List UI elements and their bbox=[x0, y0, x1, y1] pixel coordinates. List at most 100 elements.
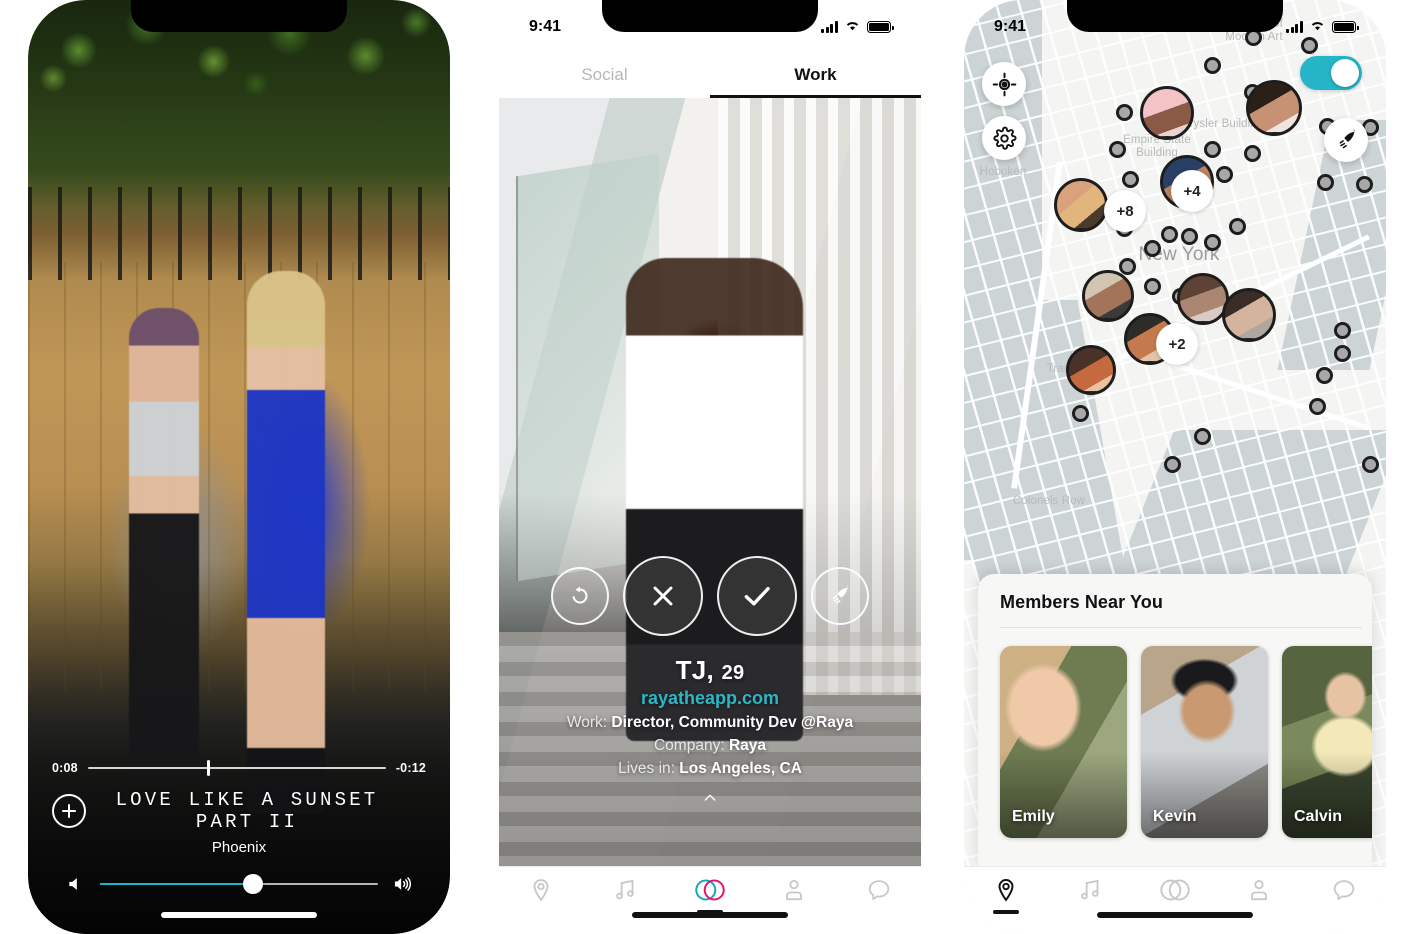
map-dot[interactable] bbox=[1362, 456, 1379, 473]
pass-button[interactable] bbox=[623, 556, 703, 636]
volume-slider[interactable] bbox=[100, 874, 378, 894]
like-button[interactable] bbox=[717, 556, 797, 636]
super-like-button[interactable] bbox=[811, 567, 869, 625]
map-dot[interactable] bbox=[1316, 367, 1333, 384]
send-location-button[interactable] bbox=[1324, 118, 1368, 162]
music-player-controls: 0:08 -0:12 LOVE LIKE A SUNSET PART II Ph… bbox=[28, 760, 450, 894]
map-avatar-pin[interactable] bbox=[1054, 178, 1108, 232]
map-dot[interactable] bbox=[1309, 398, 1326, 415]
track-title-row: LOVE LIKE A SUNSET PART II bbox=[52, 789, 426, 833]
map-dot[interactable] bbox=[1109, 141, 1126, 158]
tab-work[interactable]: Work bbox=[710, 52, 921, 98]
tab-indicator-active bbox=[993, 910, 1020, 914]
tab-map[interactable] bbox=[978, 877, 1034, 914]
map-settings-button[interactable] bbox=[982, 116, 1026, 160]
chevron-up-icon[interactable] bbox=[499, 790, 921, 806]
volume-knob[interactable] bbox=[242, 874, 263, 894]
wifi-icon bbox=[844, 18, 861, 36]
map-dot[interactable] bbox=[1244, 145, 1261, 162]
profile-age: 29 bbox=[721, 662, 745, 684]
locate-me-button[interactable] bbox=[982, 62, 1026, 106]
tab-profile[interactable] bbox=[766, 877, 822, 914]
tab-social[interactable]: Social bbox=[499, 52, 710, 98]
tab-messages[interactable] bbox=[1316, 877, 1372, 914]
map-dot[interactable] bbox=[1181, 228, 1198, 245]
profile-website[interactable]: rayatheapp.com bbox=[499, 688, 921, 709]
map-dot[interactable] bbox=[1122, 171, 1139, 188]
tab-discover[interactable] bbox=[682, 877, 738, 914]
tab-discover[interactable] bbox=[1147, 877, 1203, 914]
work-label: Work: bbox=[566, 714, 608, 731]
status-time: 9:41 bbox=[529, 18, 562, 35]
tab-music[interactable] bbox=[1063, 877, 1119, 914]
person-right bbox=[247, 270, 326, 813]
plus-circle-icon[interactable] bbox=[52, 794, 86, 828]
member-card-list[interactable]: Emily Kevin Calvin bbox=[1000, 646, 1372, 838]
map-dot[interactable] bbox=[1144, 240, 1161, 257]
map-dot[interactable] bbox=[1229, 218, 1246, 235]
progress-slider[interactable] bbox=[87, 760, 386, 776]
map-dot[interactable] bbox=[1216, 166, 1233, 183]
home-indicator[interactable] bbox=[161, 912, 317, 918]
profile-work-row: Work: Director, Community Dev @Raya bbox=[499, 714, 921, 732]
tab-music[interactable] bbox=[598, 877, 654, 914]
phone1-screen: 0:08 -0:12 LOVE LIKE A SUNSET PART II Ph… bbox=[28, 0, 450, 934]
remaining-time: -0:12 bbox=[395, 761, 426, 775]
map-dot[interactable] bbox=[1204, 141, 1221, 158]
volume-fill bbox=[100, 882, 253, 886]
map-avatar-pin[interactable] bbox=[1066, 345, 1116, 395]
phone3-screen: Museum of Modern Art Chrysler Building E… bbox=[964, 0, 1386, 934]
wood-fence bbox=[28, 261, 450, 692]
member-card[interactable]: Kevin bbox=[1141, 646, 1268, 838]
member-card[interactable]: Calvin bbox=[1282, 646, 1372, 838]
app-store-screenshot-row: 0:08 -0:12 LOVE LIKE A SUNSET PART II Ph… bbox=[0, 0, 1401, 934]
member-card[interactable]: Emily bbox=[1000, 646, 1127, 838]
device-notch bbox=[1067, 0, 1283, 32]
map-dot[interactable] bbox=[1144, 278, 1161, 295]
person-left bbox=[129, 308, 200, 776]
map-label-colonels-row: Colonels Row bbox=[1012, 495, 1086, 507]
toggle-knob bbox=[1331, 59, 1359, 87]
map-dot[interactable] bbox=[1119, 258, 1136, 275]
visibility-toggle[interactable] bbox=[1300, 56, 1362, 90]
bottom-tab-bar bbox=[964, 866, 1386, 934]
profile-details: TJ, 29 rayatheapp.com Work: Director, Co… bbox=[499, 655, 921, 806]
map-dot[interactable] bbox=[1334, 345, 1351, 362]
cluster-badge[interactable]: +2 bbox=[1156, 323, 1198, 365]
battery-full-icon bbox=[1332, 21, 1359, 33]
map-dot[interactable] bbox=[1072, 405, 1089, 422]
member-name: Calvin bbox=[1294, 808, 1343, 825]
map-dot[interactable] bbox=[1161, 226, 1178, 243]
map-dot[interactable] bbox=[1164, 456, 1181, 473]
map-avatar-pin[interactable] bbox=[1140, 86, 1194, 140]
rewind-button[interactable] bbox=[551, 567, 609, 625]
cluster-badge[interactable]: +8 bbox=[1104, 190, 1146, 232]
tab-profile[interactable] bbox=[1231, 877, 1287, 914]
map-dot[interactable] bbox=[1194, 428, 1211, 445]
home-indicator[interactable] bbox=[632, 912, 788, 918]
cellular-bars-icon bbox=[1286, 21, 1303, 33]
speaker-high-icon bbox=[392, 874, 412, 894]
map-avatar-pin[interactable] bbox=[1246, 80, 1302, 136]
map-avatar-pin[interactable] bbox=[1082, 270, 1134, 322]
profile-lives-row: Lives in: Los Angeles, CA bbox=[499, 760, 921, 778]
phone-music-player: 0:08 -0:12 LOVE LIKE A SUNSET PART II Ph… bbox=[28, 0, 450, 934]
work-value: Director, Community Dev @Raya bbox=[611, 714, 854, 731]
map-dot[interactable] bbox=[1356, 176, 1373, 193]
map-dot[interactable] bbox=[1116, 104, 1133, 121]
map-dot[interactable] bbox=[1334, 322, 1351, 339]
song-title: LOVE LIKE A SUNSET PART II bbox=[115, 789, 379, 833]
map-dot[interactable] bbox=[1204, 57, 1221, 74]
home-indicator[interactable] bbox=[1097, 912, 1253, 918]
scrubber-row: 0:08 -0:12 bbox=[52, 760, 426, 776]
member-name: Kevin bbox=[1153, 808, 1197, 825]
progress-knob[interactable] bbox=[207, 760, 210, 776]
map-dot[interactable] bbox=[1317, 174, 1334, 191]
tab-map[interactable] bbox=[513, 877, 569, 914]
map-avatar-pin[interactable] bbox=[1222, 288, 1276, 342]
cluster-badge[interactable]: +4 bbox=[1171, 170, 1213, 212]
lives-value: Los Angeles, CA bbox=[679, 760, 802, 777]
tab-messages[interactable] bbox=[851, 877, 907, 914]
map-dot[interactable] bbox=[1204, 234, 1221, 251]
action-buttons bbox=[499, 556, 921, 636]
